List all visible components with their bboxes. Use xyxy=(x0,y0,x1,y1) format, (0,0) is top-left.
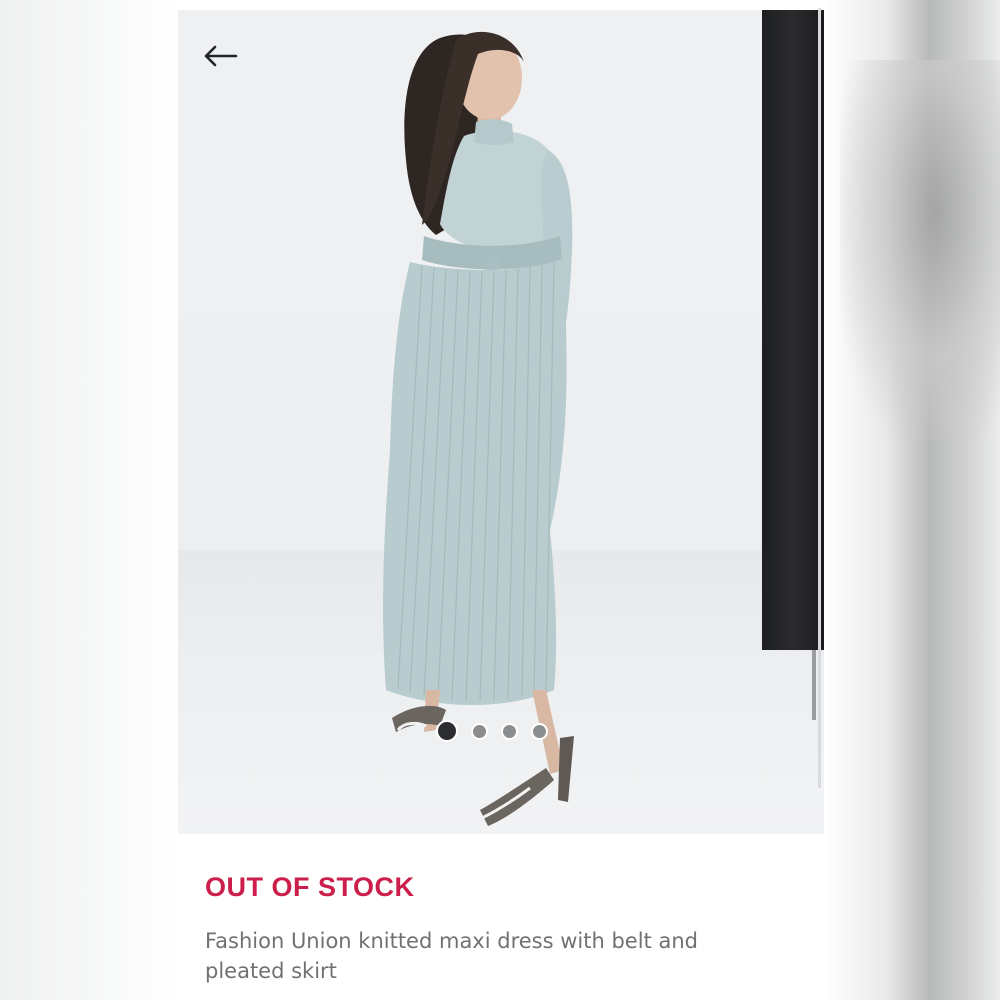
arrow-left-icon xyxy=(204,45,238,67)
screenshot-frame: OUT OF STOCK Fashion Union knitted maxi … xyxy=(0,0,1000,1000)
gallery-dot-4[interactable] xyxy=(531,722,548,740)
back-button[interactable] xyxy=(198,36,242,76)
product-image[interactable] xyxy=(178,10,824,834)
gallery-dot-3[interactable] xyxy=(501,722,518,740)
model-figure xyxy=(383,31,574,826)
gallery-pagination xyxy=(436,719,548,743)
blurred-left-margin xyxy=(0,0,178,1000)
gallery-dot-1[interactable] xyxy=(436,720,458,742)
product-title: Fashion Union knitted maxi dress with be… xyxy=(205,929,698,983)
gallery-dot-2[interactable] xyxy=(471,722,488,740)
blurred-right-shadow xyxy=(840,60,1000,440)
scrollbar[interactable] xyxy=(818,8,821,788)
stock-status: OUT OF STOCK xyxy=(205,872,415,902)
product-card: OUT OF STOCK Fashion Union knitted maxi … xyxy=(178,10,824,1000)
